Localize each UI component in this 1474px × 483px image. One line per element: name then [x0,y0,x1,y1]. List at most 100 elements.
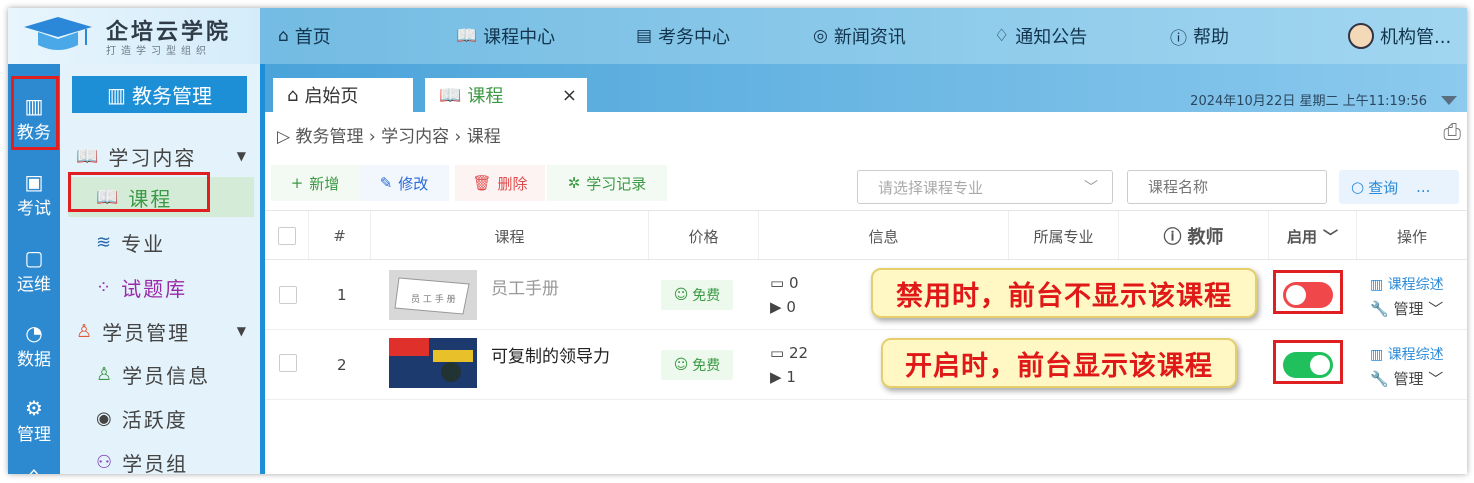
course-overview-link[interactable]: ▥ 课程综述 [1370,274,1444,294]
bar-chart-icon: ▥ [1370,347,1384,363]
col-enabled[interactable]: 启用 ﹀ [1269,211,1357,261]
callout-disabled: 禁用时，前台不显示该课程 [871,268,1257,318]
book-icon: 📖 [439,84,462,106]
edit-button[interactable]: ✎ 修改 [359,165,449,201]
col-index: # [309,211,371,261]
nav-notice[interactable]: ♢ 通知公告 [994,8,1087,64]
group-icon: ⚇ [96,451,115,473]
sidebar-header[interactable]: ▥ 教务管理 [72,76,247,113]
video-icon: ▭ [770,274,785,292]
printer-icon[interactable]: ⎙ [1443,120,1461,145]
wrench-icon: 🔧 [1370,300,1389,318]
nav-exam-center[interactable]: ▤ 考务中心 [636,8,730,64]
chevron-down-icon: ﹀ [1428,300,1444,318]
more-icon[interactable]: ... [1416,178,1430,196]
row-checkbox[interactable] [279,354,297,372]
stack-icon: ≋ [96,231,114,253]
chevron-down-icon: ﹀ [1084,180,1098,196]
col-actions: 操作 [1396,227,1427,246]
sidebar-item-question-bank[interactable]: ⁘ 试题库 [60,267,260,307]
course-overview-link[interactable]: ▥ 课程综述 [1370,344,1444,364]
rail-item-exam[interactable]: ▣ 考试 [8,170,60,219]
rail-item-manage[interactable]: ⚙ 管理 [8,396,60,445]
datetime: 2024年10月22日 星期二 上午11:19:56 [1190,94,1427,109]
user-icon: ♙ [76,320,95,342]
smile-icon: ☺ [673,287,689,303]
tab-course[interactable]: 📖 课程 × [425,78,587,112]
brand-slogan: 打造学习型组织 [106,46,211,57]
col-course: 课程 [371,211,649,261]
price-badge: ☺ 免费 [661,280,733,310]
user-icon: ♙ [96,363,115,385]
top-navbar: 企培云学院 打造学习型组织 ⌂ 首页 📖 课程中心 ▤ 考务中心 ◎ 新闻资讯 ♢ 通知公… [8,8,1467,64]
quiz-icon: ⁘ [96,276,114,298]
video-icon: ▭ [770,344,785,362]
chevron-down-icon: ▼ [236,324,248,338]
book-icon: 📖 [76,145,101,167]
home-icon: ⌂ [287,84,299,106]
pie-chart-icon: ◔ [25,321,43,345]
highlight-box-toggle-off [1273,270,1343,314]
col-teacher: ⓘ 教师 [1119,211,1269,261]
course-name-input[interactable] [1127,170,1327,204]
ops-icon: ▢ [24,246,44,270]
delete-button[interactable]: 🗑 删除 [455,165,545,201]
logo[interactable]: 企培云学院 打造学习型组织 [8,8,260,64]
major-select[interactable]: 请选择课程专业 ﹀ [857,170,1113,204]
query-button[interactable]: ○ 查询... [1339,170,1459,204]
chevron-down-icon: ▼ [236,149,248,163]
nav-help[interactable]: ⓘ 帮助 [1170,8,1229,64]
study-record-button[interactable]: ✲ 学习记录 [547,165,667,201]
sidebar-item-student-info[interactable]: ♙ 学员信息 [60,354,260,394]
sidebar-item-major[interactable]: ≋ 专业 [60,222,260,262]
sparkle-icon: ✲ [567,174,581,192]
rail-item-data[interactable]: ◔ 数据 [8,321,60,370]
caret-down-icon[interactable] [1441,96,1457,105]
bell-icon: ♢ [994,26,1010,46]
course-title[interactable]: 员工手册 [491,274,559,299]
rail-item-ops[interactable]: ▢ 运维 [8,246,60,295]
graduation-cap-icon [24,17,92,50]
exam-icon: ▤ [636,26,653,46]
close-icon[interactable]: × [562,85,577,106]
sidebar-item-learning-content[interactable]: 📖 学习内容 ▼ [60,136,260,176]
row-index: 1 [337,286,347,304]
sidebar-item-student-group[interactable]: ⚇ 学员组 [60,442,260,475]
row-checkbox[interactable] [279,286,297,304]
select-all-checkbox[interactable] [277,227,296,245]
col-price: 价格 [649,211,759,261]
activity-icon: ◉ [96,407,114,429]
main-content: ⌂ 启始页 📖 课程 × 2024年10月22日 星期二 上午11:19:56 ▷ 教… [265,64,1467,474]
nav-news[interactable]: ◎ 新闻资讯 [813,8,906,64]
sidebar-item-activity[interactable]: ◉ 活跃度 [60,398,260,438]
course-title[interactable]: 可复制的领导力 [491,342,610,367]
manage-dropdown[interactable]: 🔧 管理 ﹀ [1370,298,1443,319]
nav-course-center[interactable]: 📖 课程中心 [456,8,555,64]
add-button[interactable]: + 新增 [271,165,359,201]
highlight-box-rail [11,76,59,150]
exam-icon: ▣ [24,170,44,194]
tab-start[interactable]: ⌂ 启始页 [273,78,413,112]
nav-home[interactable]: ⌂ 首页 [278,8,331,64]
row-index: 2 [337,356,347,374]
course-thumbnail[interactable] [389,338,477,388]
help-icon: ⓘ [1170,28,1187,49]
callout-enabled: 开启时，前台显示该课程 [881,338,1237,388]
course-thumbnail[interactable]: 员 工 手 册 [389,270,477,320]
rail-more-icon[interactable]: ⌂ [8,462,60,474]
app-window: 企培云学院 打造学习型组织 ⌂ 首页 📖 课程中心 ▤ 考务中心 ◎ 新闻资讯 ♢ 通知公… [8,8,1467,474]
manage-dropdown[interactable]: 🔧 管理 ﹀ [1370,368,1443,389]
table-header: # 课程 价格 信息 所属专业 ⓘ 教师 启用 ﹀ 操作 [265,210,1467,261]
sidebar-item-student-mgmt[interactable]: ♙ 学员管理 ▼ [60,311,260,351]
book-icon: 📖 [456,26,478,46]
smile-icon: ☺ [673,357,689,373]
highlight-box-toggle-on [1273,340,1343,384]
play-icon: ▶ [770,368,782,386]
col-info: 信息 [759,211,1009,261]
play-icon: ▶ [770,298,782,316]
bar-chart-icon: ▥ [1370,277,1384,293]
user-menu[interactable]: 机构管... [1348,8,1451,64]
library-icon: ▥ [107,82,126,107]
help-icon: ⓘ [1163,227,1182,248]
price-badge: ☺ 免费 [661,350,733,380]
